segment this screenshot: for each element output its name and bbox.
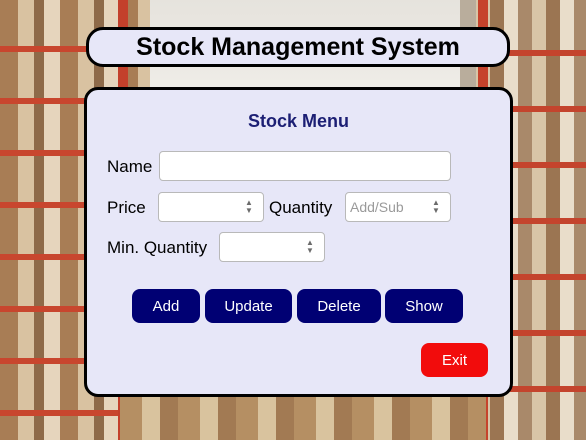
quantity-input[interactable] — [346, 193, 428, 221]
app-title: Stock Management System — [136, 32, 460, 61]
exit-button[interactable]: Exit — [421, 343, 488, 377]
min-quantity-label: Min. Quantity — [107, 238, 208, 257]
spinner-arrows-icon[interactable]: ▲ ▼ — [302, 237, 318, 257]
spinner-arrows-icon[interactable]: ▲ ▼ — [428, 197, 444, 217]
name-input[interactable] — [160, 152, 450, 180]
stock-menu-panel: Stock Menu Name Price ▲▼ Quantity ▲▼ Min… — [84, 87, 513, 397]
spinner-arrows-icon[interactable]: ▲ ▼ — [241, 197, 257, 217]
quantity-label: Quantity — [269, 198, 333, 217]
name-label: Name — [107, 157, 153, 176]
app-title-banner: Stock Management System — [86, 27, 510, 67]
show-button[interactable]: Show — [385, 289, 463, 323]
add-button[interactable]: Add — [132, 289, 200, 323]
menu-title: Stock Menu — [247, 111, 349, 131]
price-spinbox[interactable]: ▲ ▼ — [158, 192, 264, 222]
quantity-spinbox[interactable]: ▲▼ — [345, 192, 451, 222]
min-quantity-spinbox[interactable]: ▲ ▼ — [219, 232, 325, 262]
delete-button[interactable]: Delete — [297, 289, 381, 323]
price-input[interactable] — [159, 193, 241, 221]
name-field-box — [159, 151, 451, 181]
update-button[interactable]: Update — [205, 289, 292, 323]
min-quantity-input[interactable] — [220, 233, 302, 261]
price-label: Price — [107, 198, 146, 217]
